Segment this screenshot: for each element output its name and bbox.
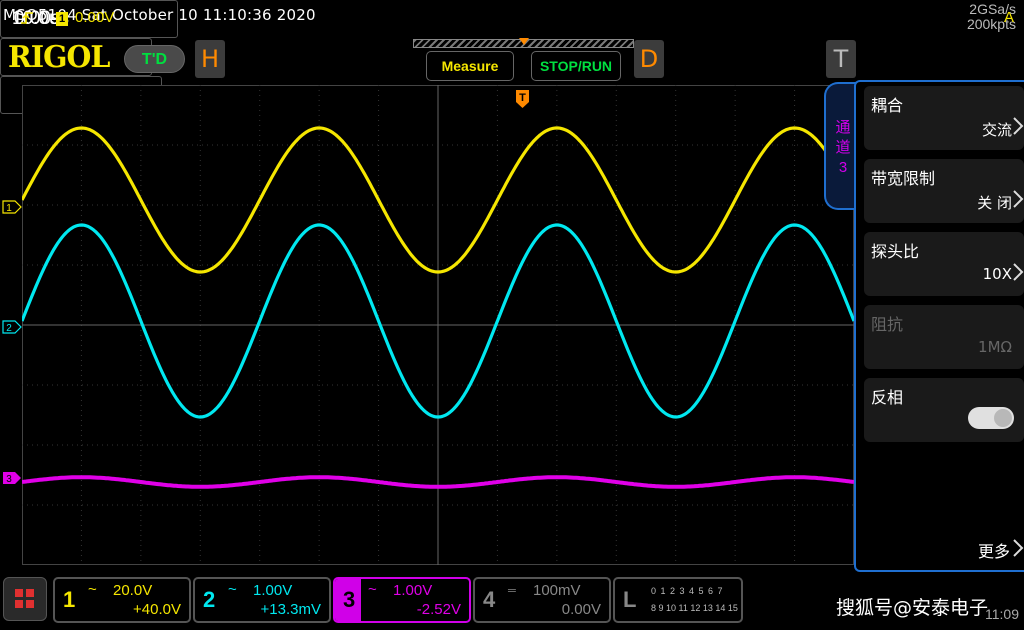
menu-probe-ratio[interactable]: 探头比 10X [864, 232, 1024, 296]
chevron-right-icon [1013, 117, 1024, 135]
menu-item-title: 带宽限制 [871, 169, 936, 188]
clock: 11:09 [985, 606, 1019, 622]
channel-scale: 100mV [533, 582, 581, 599]
trigger-mode: A [1003, 9, 1014, 26]
more-label: 更多 [977, 542, 1010, 561]
channel-1-offset-marker[interactable]: 1 [2, 200, 22, 214]
channel-2-settings[interactable]: 2 ~ 1.00V +13.3mV [193, 577, 331, 623]
svg-text:1: 1 [6, 203, 12, 214]
horizontal-tag[interactable]: H [195, 40, 225, 78]
channel-offset: +40.0V [133, 601, 181, 618]
svg-text:2: 2 [6, 323, 12, 334]
channel-2-offset-marker[interactable]: 2 [2, 320, 22, 334]
menu-bandwidth-limit[interactable]: 带宽限制 关 闭 [864, 159, 1024, 223]
main-menu-button[interactable] [3, 577, 47, 621]
menu-item-value: 1MΩ [978, 338, 1012, 356]
delay-tag[interactable]: D [634, 40, 664, 78]
rigol-logo: RIGOL [8, 40, 110, 75]
channel-scale: 1.00V [253, 582, 293, 599]
menu-item-title: 探头比 [871, 242, 920, 261]
logic-channels-row-2: 8 9 10 11 12 13 14 15 [651, 603, 738, 613]
ac-coupling-icon: ~ [88, 581, 97, 598]
menu-invert[interactable]: 反相 [864, 378, 1024, 442]
dc-coupling-icon: ═ [508, 585, 516, 597]
channel-3-offset-marker[interactable]: 3 [2, 471, 22, 485]
menu-more[interactable]: 更多 [864, 528, 1024, 568]
toggle-knob [994, 409, 1012, 427]
watermark: 搜狐号@安泰电子 [836, 597, 989, 619]
trigger-level: 0.00V [75, 9, 115, 26]
chevron-right-icon [1013, 263, 1024, 281]
channel-offset: 0.00V [561, 601, 601, 618]
channel-scale: 20.0V [113, 582, 153, 599]
menu-impedance: 阻抗 1MΩ [864, 305, 1024, 369]
channel-1-settings[interactable]: 1 ~ 20.0V +40.0V [53, 577, 191, 623]
chevron-right-icon [1013, 539, 1024, 557]
menu-item-value: 关 闭 [977, 194, 1012, 212]
logic-tag: L [623, 587, 637, 612]
menu-item-title: 阻抗 [871, 315, 904, 334]
menu-item-value: 交流 [981, 121, 1012, 139]
channel-number: 1 [63, 587, 76, 612]
menu-item-title: 耦合 [871, 96, 904, 115]
waveform-grid[interactable] [22, 85, 854, 565]
stop-run-button[interactable]: STOP/RUN [531, 51, 621, 81]
channel-offset: -2.52V [416, 601, 461, 618]
channel-number: 3 [343, 587, 356, 612]
ac-coupling-icon: ~ [368, 581, 377, 598]
ac-coupling-icon: ~ [228, 581, 237, 598]
trigger-position-arrow-icon [519, 38, 529, 45]
trigger-status-badge: T'D [124, 45, 185, 73]
menu-item-value: 10X [982, 265, 1012, 283]
menu-coupling[interactable]: 耦合 交流 [864, 86, 1024, 150]
chevron-right-icon [1013, 190, 1024, 208]
logic-channels-row-1: 0 1 2 3 4 5 6 7 [651, 586, 724, 596]
channel-offset: +13.3mV [260, 601, 321, 618]
channel-number: 4 [483, 587, 496, 612]
grid-menu-icon [15, 589, 34, 608]
channel-4-settings[interactable]: 4 ═ 100mV 0.00V [473, 577, 611, 623]
channel-scale: 1.00V [393, 582, 433, 599]
rising-edge-icon [21, 12, 33, 24]
channel-tab-label: 通道3 [835, 119, 851, 176]
svg-text:T: T [519, 92, 526, 104]
svg-text:3: 3 [6, 474, 12, 485]
logic-analyzer-settings[interactable]: L 0 1 2 3 4 5 6 7 8 9 10 11 12 13 14 15 [613, 577, 743, 623]
trigger-tag[interactable]: T [826, 40, 856, 78]
channel-number: 2 [203, 587, 216, 612]
invert-toggle[interactable] [968, 407, 1014, 429]
trigger-position-marker-icon[interactable]: T [515, 89, 530, 109]
channel-menu-panel: 耦合 交流 带宽限制 关 闭 探头比 10X 阻抗 1MΩ 反相 更多 [854, 80, 1024, 572]
menu-item-title: 反相 [871, 388, 904, 407]
trigger-source: 1 [56, 12, 68, 26]
channel-3-settings[interactable]: 3 ~ 1.00V -2.52V [333, 577, 471, 623]
measure-button[interactable]: Measure [426, 51, 514, 81]
